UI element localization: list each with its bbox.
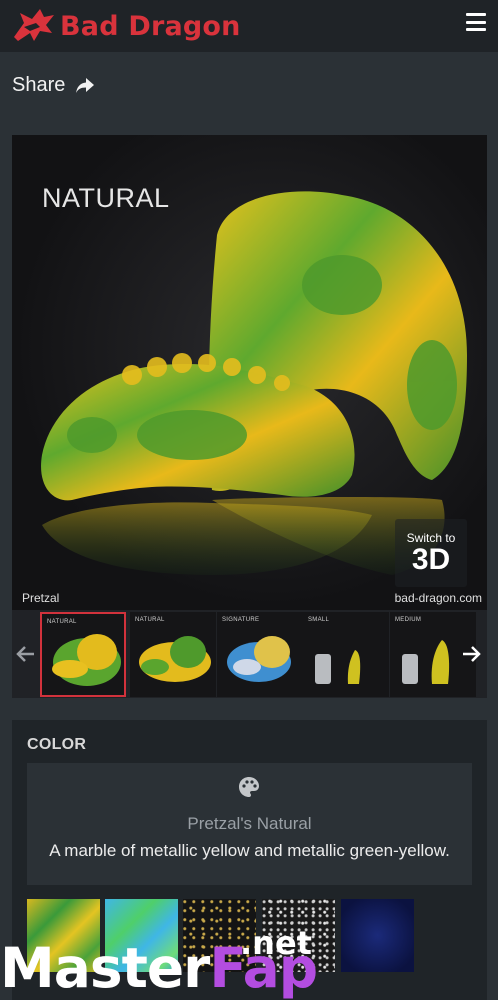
main-product-photo[interactable]: NATURAL Pretzal bad-dragon.com Switch to… <box>12 135 487 610</box>
color-name: Pretzal's Natural <box>187 814 312 833</box>
thumbnail-label: NATURAL <box>47 619 77 625</box>
brand-logo[interactable]: Bad Dragon <box>10 3 241 49</box>
color-section: COLOR Pretzal's Natural A marble of meta… <box>12 720 487 1000</box>
3d-label: 3D <box>411 543 451 576</box>
color-info-card: Pretzal's Natural A marble of metallic y… <box>27 763 472 885</box>
share-label: Share <box>12 74 66 96</box>
thumbnail-natural-side[interactable]: NATURAL <box>130 612 216 697</box>
hamburger-menu-icon[interactable] <box>466 13 486 31</box>
thumbnail-strip: NATURAL NATURAL SIGNATURE SMALL MEDIUM <box>12 610 487 698</box>
top-bar: Bad Dragon <box>0 0 498 52</box>
thumbnail-image <box>52 634 121 686</box>
thumbnail-label: MEDIUM <box>395 617 422 623</box>
arrow-left-icon[interactable] <box>14 642 38 666</box>
switch-to-3d-button[interactable]: Switch to 3D <box>395 519 467 587</box>
color-swatch-blue-green[interactable] <box>105 899 178 972</box>
thumbnail-image <box>315 650 361 684</box>
thumbnail-label: SIGNATURE <box>222 617 260 623</box>
share-button[interactable]: Share <box>12 74 95 97</box>
color-swatch-black-silver-glitter[interactable] <box>262 899 335 972</box>
thumbnail-label: NATURAL <box>135 617 165 623</box>
product-gallery: NATURAL Pretzal bad-dragon.com Switch to… <box>12 135 487 698</box>
variant-title: NATURAL <box>42 183 170 213</box>
brand-name: Bad Dragon <box>60 10 241 42</box>
thumbnail-image <box>227 636 291 682</box>
site-credit: bad-dragon.com <box>394 591 482 605</box>
arrow-right-icon[interactable] <box>459 642 483 666</box>
palette-icon <box>239 777 259 797</box>
product-name-credit: Pretzal <box>22 591 60 605</box>
thumbnail-label: SMALL <box>308 617 330 623</box>
thumbnail-size-small[interactable]: SMALL <box>303 612 389 697</box>
color-description: A marble of metallic yellow and metallic… <box>49 841 450 860</box>
color-swatch-black-gold-glitter[interactable] <box>183 899 256 972</box>
thumbnail-natural-front[interactable]: NATURAL <box>40 612 126 697</box>
thumbnail-image <box>139 636 211 682</box>
color-swatch-yellow-green[interactable] <box>27 899 100 972</box>
dragon-logo-icon <box>14 9 54 41</box>
color-heading: COLOR <box>27 736 87 753</box>
color-swatch-dark-blue[interactable] <box>341 899 414 972</box>
thumbnail-signature[interactable]: SIGNATURE <box>217 612 303 697</box>
share-arrow-icon <box>76 77 95 93</box>
